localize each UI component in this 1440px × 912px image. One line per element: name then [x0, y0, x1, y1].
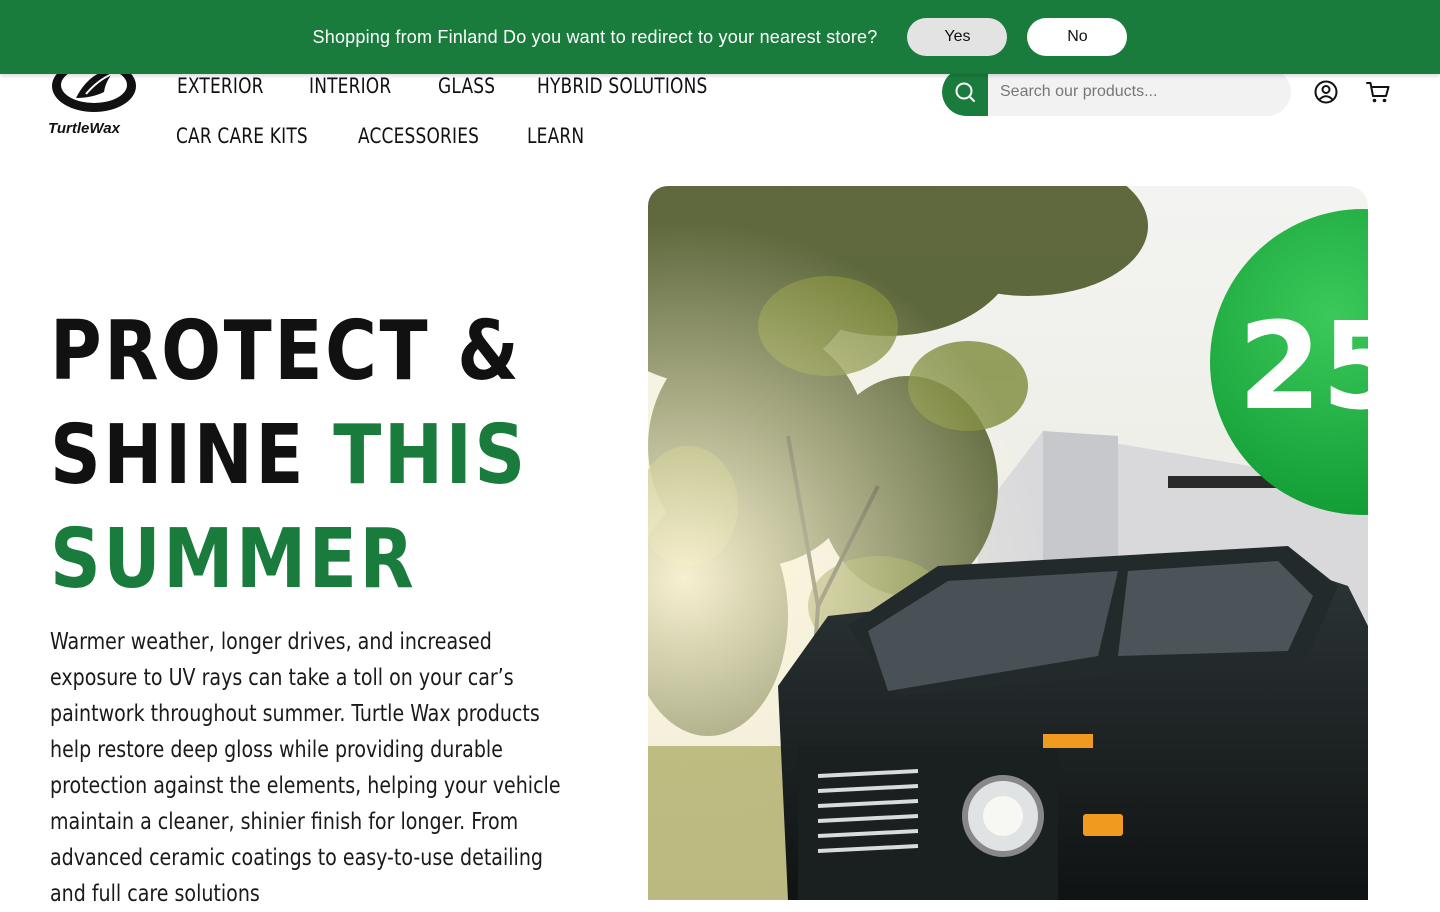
- hero-description: Warmer weather, longer drives, and incre…: [50, 629, 561, 907]
- search-input[interactable]: [988, 68, 1291, 116]
- nav-car-care-kits[interactable]: CAR CARE KITS: [176, 124, 308, 148]
- nav-glass[interactable]: GLASS: [438, 74, 495, 98]
- search-button[interactable]: [942, 68, 988, 116]
- search-icon: [955, 82, 975, 102]
- hero-image: 25: [648, 186, 1368, 900]
- hero-photo-jeep: 25: [648, 186, 1368, 900]
- hero-title-line1: PROTECT &: [50, 304, 522, 399]
- hero-title-line2: SHINE THIS: [50, 404, 532, 508]
- nav-exterior[interactable]: EXTERIOR: [177, 74, 264, 98]
- nav-interior[interactable]: INTERIOR: [309, 74, 391, 98]
- cart-icon: [1366, 82, 1390, 103]
- nav-learn[interactable]: LEARN: [527, 124, 584, 148]
- geo-redirect-message: Shopping from Finland Do you want to red…: [312, 26, 878, 47]
- search-bar: [942, 68, 1291, 116]
- account-icon: [1314, 80, 1338, 104]
- hero-title: PROTECT & SHINE THIS SUMMER: [50, 300, 532, 612]
- account-button[interactable]: [1312, 78, 1340, 106]
- hero-title-this: THIS: [333, 408, 528, 503]
- cart-button[interactable]: [1364, 78, 1392, 106]
- geo-no-button[interactable]: No: [1027, 18, 1128, 56]
- geo-redirect-banner: Shopping from Finland Do you want to red…: [0, 0, 1440, 74]
- geo-yes-button[interactable]: Yes: [907, 18, 1008, 56]
- hero-badge-text: 25: [1238, 298, 1368, 437]
- hero-title-line3: SUMMER: [50, 512, 417, 607]
- hero-title-shine: SHINE: [50, 408, 307, 503]
- nav-hybrid-solutions[interactable]: HYBRID SOLUTIONS: [537, 74, 707, 98]
- nav-accessories[interactable]: ACCESSORIES: [358, 124, 479, 148]
- logo-wordmark: TurtleWax: [48, 120, 121, 137]
